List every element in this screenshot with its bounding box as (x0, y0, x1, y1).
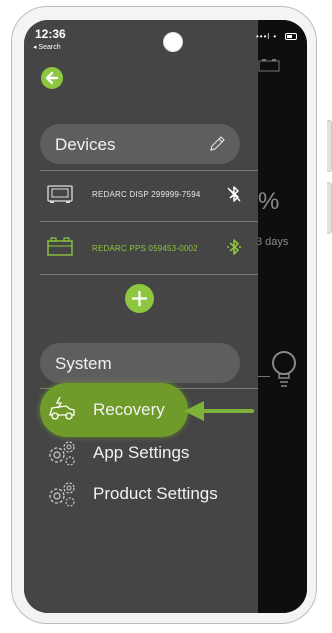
menu-item-app-settings[interactable]: App Settings (40, 434, 240, 472)
back-button[interactable] (41, 67, 63, 89)
phone-side-button (327, 120, 332, 172)
device-divider (40, 274, 258, 275)
arrow-left-annotation-icon (184, 401, 254, 421)
background-percent: % (258, 188, 280, 215)
menu-item-label: Recovery (93, 400, 165, 419)
phone-screen: % 3 days 12:36 ◂ Search Devices REDARC D… (24, 20, 307, 613)
gears-icon (49, 441, 75, 466)
device-row-disp[interactable]: REDARC DISP 299999-7594 (40, 171, 258, 221)
devices-title: Devices (55, 135, 116, 154)
menu-item-label: Product Settings (93, 484, 218, 503)
power-pack-icon (47, 237, 73, 256)
device-name: REDARC DISP 299999-7594 (92, 190, 201, 199)
battery-device-icon (258, 59, 280, 72)
menu-item-label: App Settings (93, 443, 190, 462)
pencil-icon[interactable] (208, 135, 226, 153)
menu-item-recovery[interactable]: Recovery (40, 390, 190, 430)
background-days: 3 days (256, 236, 289, 248)
front-camera (163, 32, 183, 52)
recovery-vehicle-icon (49, 396, 75, 420)
add-device-button[interactable] (125, 284, 154, 313)
bluetooth-disconnected-icon (227, 186, 241, 202)
plus-icon (132, 291, 147, 306)
system-title: System (55, 354, 112, 373)
gears-icon (49, 482, 75, 507)
arrow-left-icon (45, 71, 59, 85)
display-device-icon (47, 185, 73, 203)
background-app-overlay[interactable]: % 3 days (256, 20, 307, 613)
device-row-pps[interactable]: REDARC PPS 059453-0002 (40, 222, 258, 274)
battery-icon (285, 33, 297, 40)
background-divider (258, 376, 270, 377)
back-to-search-link[interactable]: ◂ Search (33, 43, 61, 51)
lightbulb-icon (272, 351, 296, 387)
devices-header: Devices (40, 124, 240, 164)
phone-side-button-2 (327, 182, 332, 234)
bluetooth-connected-icon (227, 239, 241, 255)
device-name: REDARC PPS 059453-0002 (92, 244, 198, 253)
system-header: System (40, 343, 240, 383)
status-time: 12:36 (35, 27, 66, 41)
side-menu: 12:36 ◂ Search Devices REDARC DISP 29999… (24, 20, 258, 613)
status-signal: •••l • (256, 32, 278, 41)
menu-item-product-settings[interactable]: Product Settings (40, 475, 255, 513)
